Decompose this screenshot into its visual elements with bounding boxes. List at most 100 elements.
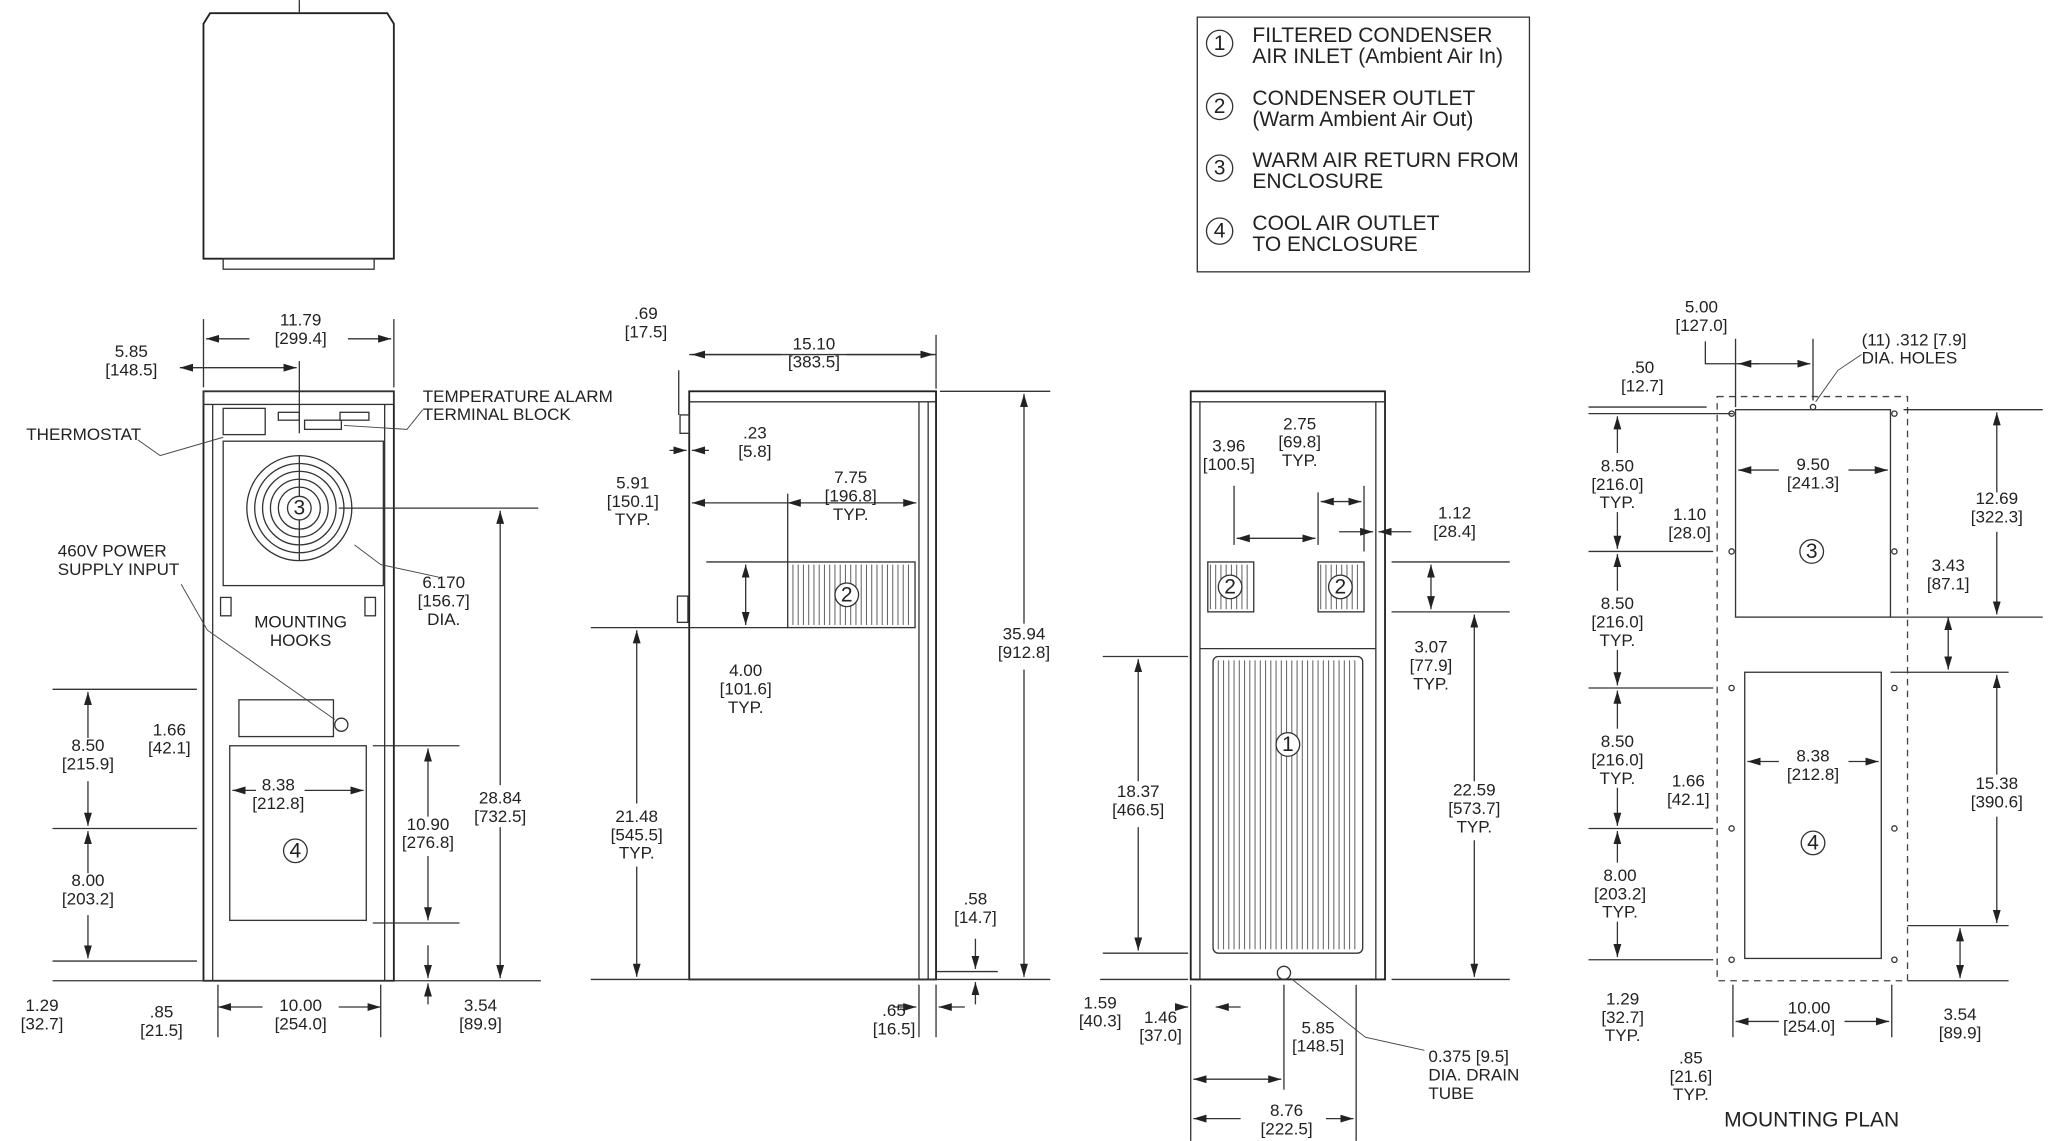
dimension-label-r-396: 3.96[100.5] [1203,437,1255,474]
dimension-text: 5.91 [616,473,649,492]
dimension-text: [383.5] [788,353,840,372]
dimension-text: [299.4] [275,329,327,348]
callout-plan-4: 4 [1800,830,1826,856]
dimension-text: 12.69 [1975,489,2018,508]
dimension-text: [203.2] [1594,884,1646,903]
dimension-label-f-129: 1.29[32.7] [21,996,64,1033]
dimension-label-m-850a: 8.50[216.0]TYP. [1591,456,1643,512]
dimension-label-f-1090: 10.90[276.8] [402,815,454,852]
dimension-text: [32.7] [21,1014,64,1033]
legend-number: 1 [1214,32,1226,55]
dimension-text: DIA. [427,610,460,629]
dimension-label-m-800: 8.00[203.2]TYP. [1594,866,1646,922]
dimension-text: 2.75 [1283,414,1316,433]
dimension-text: TYP. [1600,769,1636,788]
dimension-label-f-hooks: MOUNTINGHOOKS [254,613,347,650]
dimension-text: 22.59 [1453,781,1496,800]
dimension-label-m-850c: 8.50[216.0]TYP. [1591,732,1643,788]
dimension-text: 1.29 [25,996,58,1015]
legend-text: (Warm Ambient Air Out) [1252,108,1473,131]
dimension-text: DIA. DRAIN [1428,1066,1519,1085]
dimension-text: [156.7] [418,592,470,611]
dimension-text: .50 [1630,358,1654,377]
dimension-text: [203.2] [62,890,114,909]
callout-number: 2 [1224,575,1236,598]
dimension-text: [216.0] [1591,475,1643,494]
terminal-block [303,419,342,431]
dimension-text: TYP. [1605,1026,1641,1045]
dimension-text: 1.10 [1673,505,1706,524]
dimension-label-r-159: 1.59[40.3] [1079,993,1122,1030]
dimension-text: 8.50 [1601,732,1634,751]
dimension-text: .65 [882,1001,906,1020]
dimension-label-f-838: 8.38[212.8] [252,775,304,812]
dimension-text: TEMPERATURE ALARM [423,387,613,406]
dimension-label-r-585: 5.85[148.5] [1292,1018,1344,1055]
dimension-text: 35.94 [1003,624,1046,643]
dimension-label-m-166: 1.66[42.1] [1667,771,1710,808]
dimension-text: [196.8] [825,487,877,506]
dimension-label-m-1538: 15.38[390.6] [1971,774,2023,811]
dimension-label-f-085: .85[21.5] [140,1003,183,1040]
mounting-hole [1809,403,1817,411]
dimension-text: TYP. [1600,493,1636,512]
mounting-hole [1728,548,1735,555]
dimension-text: 1.46 [1144,1008,1177,1027]
legend-text: ENCLOSURE [1252,170,1383,193]
dimension-text: [28.0] [1668,523,1711,542]
dimension-text: [466.5] [1112,800,1164,819]
dimension-text: [40.3] [1079,1012,1122,1031]
dimension-label-s-023: .23[5.8] [738,424,771,461]
dimension-text: [254.0] [275,1014,327,1033]
dimension-label-r-876: 8.76[222.5] [1260,1101,1312,1138]
dimension-text: TYP. [833,505,869,524]
callout-number: 2 [841,583,853,606]
dimension-text: [216.0] [1591,613,1643,632]
dimension-label-m-838: 8.38[212.8] [1787,747,1839,784]
dimension-label-f-center: 5.85[148.5] [105,342,157,379]
dimension-text: [37.0] [1139,1026,1182,1045]
dimension-label-m-1000: 10.00[254.0] [1783,999,1835,1036]
dimension-text: 8.00 [1603,866,1636,885]
legend-item: 4 COOL AIR OUTLETTO ENCLOSURE [1205,212,1440,256]
dimension-label-r-146: 1.46[37.0] [1139,1008,1182,1045]
dimension-label-r-1837: 18.37[466.5] [1112,782,1164,819]
drain-tube [1276,965,1292,981]
dimension-text: [42.1] [148,739,191,758]
dimension-text: 3.96 [1212,437,1245,456]
technical-drawing: 1 FILTERED CONDENSERAIR INLET (Ambient Ai… [21,0,2043,1141]
cool-air-outlet [229,745,367,922]
top-view [202,0,395,270]
dimension-text: [89.9] [459,1014,502,1033]
callout-front-3: 3 [286,495,312,521]
dimension-text: 8.00 [71,871,104,890]
dimension-text: [732.5] [474,807,526,826]
dimension-text: 7.75 [834,468,867,487]
dimension-label-f-thermo: THERMOSTAT [26,425,141,444]
dimension-text: .23 [743,424,767,443]
mounting-hole [1891,684,1898,692]
mounting-hole [1728,684,1735,692]
dimension-label-m-354: 3.54[89.9] [1939,1005,1982,1042]
dimension-text: [77.9] [1410,656,1453,675]
callout-rear-2a: 2 [1217,574,1243,600]
dimension-text: [12.7] [1621,376,1664,395]
dimension-text: 5.00 [1685,298,1718,317]
dimension-label-s-400: 4.00[101.6]TYP. [720,661,772,717]
dimension-text: 10.00 [1788,999,1831,1018]
dimension-label-r-2259: 22.59[573.7]TYP. [1448,781,1500,837]
dimension-text: TYP. [1602,903,1638,922]
legend-text: WARM AIR RETURN FROM [1252,149,1518,172]
dimension-label-r-112: 1.12[28.4] [1433,504,1476,541]
dimension-text: 460V POWER [58,542,167,561]
dimension-text: TERMINAL BLOCK [423,405,572,424]
dimension-label-f-800: 8.00[203.2] [62,871,114,908]
legend-text: COOL AIR OUTLET [1252,212,1439,235]
dimension-text: (11) .312 [7.9] [1862,330,1967,349]
legend-number: 3 [1214,157,1226,180]
dimension-text: 5.85 [115,342,148,361]
dimension-text: [89.9] [1939,1024,1982,1043]
callout-number: 4 [1807,831,1819,854]
dimension-label-s-3594: 35.94[912.8] [998,624,1050,661]
dimension-text: [212.8] [1787,765,1839,784]
